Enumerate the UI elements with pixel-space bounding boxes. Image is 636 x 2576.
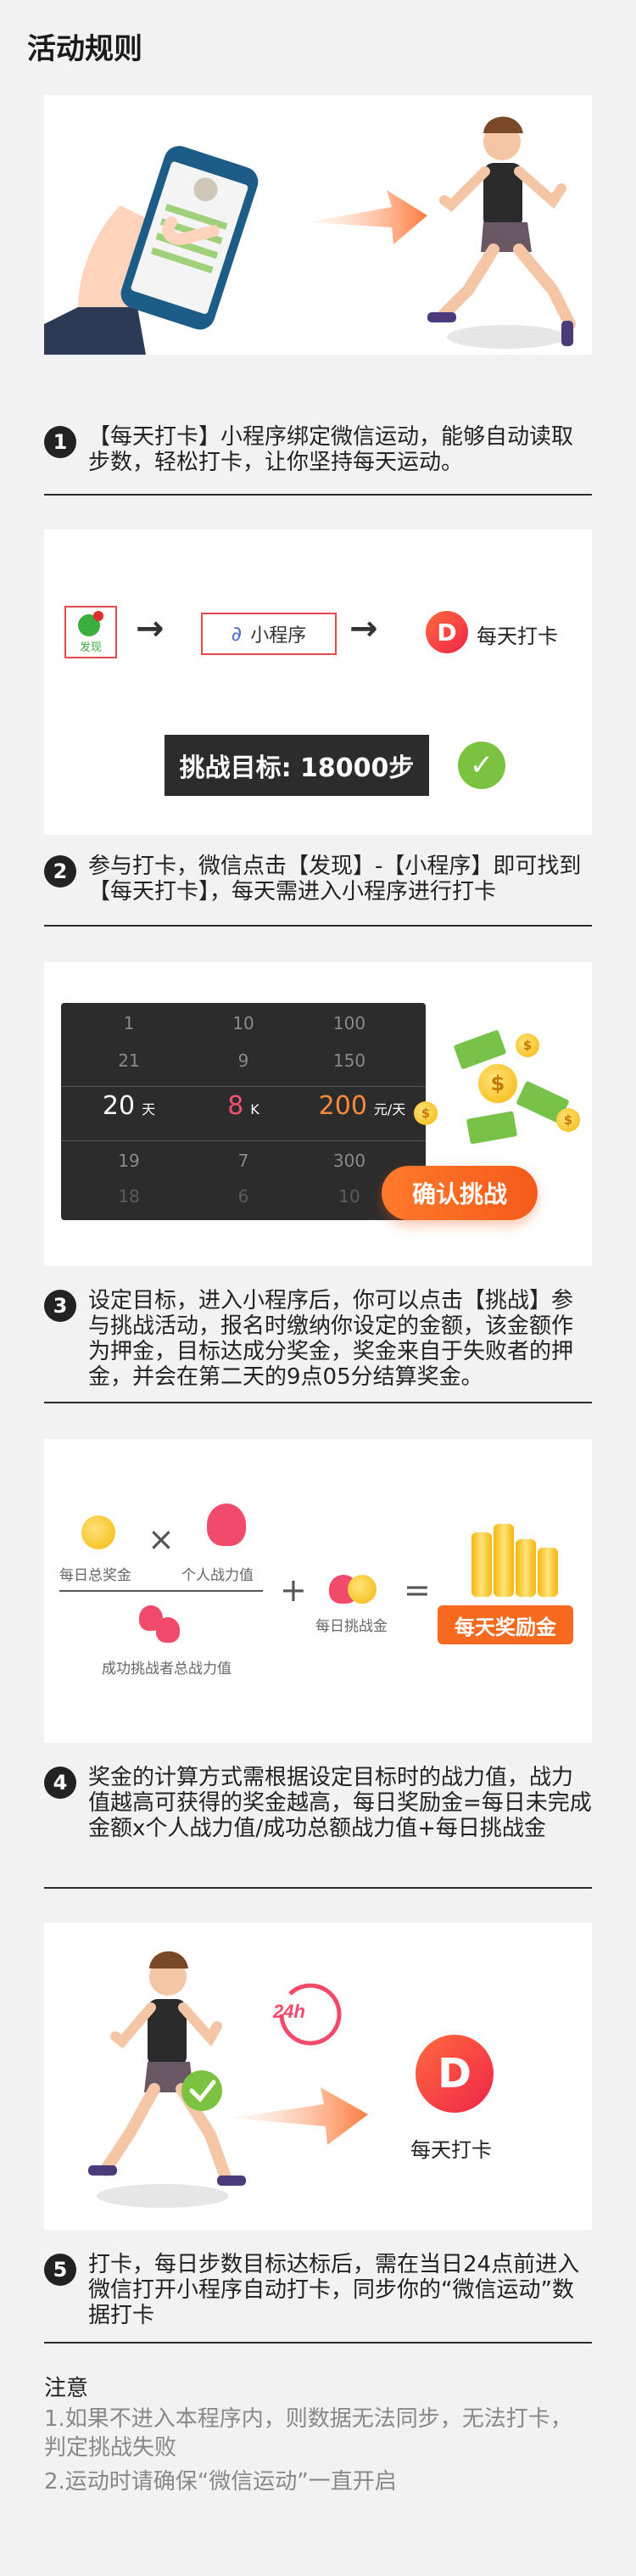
discover-label: 发现 [79, 641, 102, 654]
personal-power-label: 个人战力值 [181, 1567, 254, 1584]
step-3: 3 设定目标，进入小程序后，你可以点击【挑战】参与挑战活动，报名时缴纳你设定的金… [44, 1288, 592, 1390]
step5-illustration-card: 24h D 每天打卡 [44, 1923, 592, 2230]
step-4: 4 奖金的计算方式需根据设定目标时的战力值，战力值越高可获得的奖金越高，每日奖励… [44, 1765, 592, 1841]
daily-pool-label: 每日总奖金 [59, 1567, 131, 1584]
times-operator: × [148, 1520, 175, 1558]
step-2: 2 参与打卡，微信点击【发现】-【小程序】即可找到【每天打卡】，每天需进入小程序… [44, 854, 592, 904]
brand-name: 每天打卡 [410, 2138, 492, 2162]
arrow-right-icon: → [136, 609, 165, 648]
daily-reward-badge: 每天奖励金 [438, 1605, 573, 1644]
coin-stack-icon [494, 1524, 514, 1597]
step-number-badge: 4 [44, 1767, 76, 1799]
step-text: 设定目标，进入小程序后，你可以点击【挑战】参与挑战活动，报名时缴纳你设定的金额，… [88, 1288, 574, 1390]
step-number-badge: 5 [44, 2254, 76, 2286]
step-text: 打卡，每日步数目标达标后，需在当日24点前进入微信打开小程序自动打卡，同步你的“… [88, 2252, 580, 2328]
page-title: 活动规则 [27, 32, 142, 66]
muscle-icon [207, 1504, 246, 1546]
clock-24h-label: 24h [272, 2001, 305, 2022]
coin-icon: $ [414, 1101, 438, 1125]
arrow-right-icon: → [349, 609, 378, 648]
coin-icon: $ [516, 1033, 539, 1057]
mini-program-label: 小程序 [250, 625, 307, 647]
coin-icon: $ [478, 1064, 517, 1103]
coin-stack-icon [516, 1539, 536, 1597]
picker-cell: 18 [118, 1186, 140, 1207]
equals-operator: = [404, 1571, 431, 1609]
divider [44, 2342, 592, 2344]
picker-cell: 21 [118, 1050, 140, 1071]
runner-checkin-illustration: 24h [88, 1951, 368, 2208]
step-number-badge: 3 [44, 1290, 76, 1322]
daily-challenge-label: 每日挑战金 [315, 1618, 388, 1635]
brand-logo-icon: D [426, 611, 468, 653]
picker-cell-amount: 200 元/天 [318, 1091, 406, 1121]
step-number-badge: 1 [44, 426, 76, 458]
step2-illustration-card: 发现 → ∂ 小程序 → D 每天打卡 挑战目标: 18000步 ✓ [44, 529, 592, 835]
brand-logo-icon: D [416, 2035, 494, 2113]
picker-cell: 150 [332, 1050, 366, 1071]
check-icon: ✓ [458, 742, 505, 789]
money-bill-icon [466, 1111, 518, 1145]
mini-program-icon: ∂ [231, 622, 243, 646]
fraction-line [59, 1590, 263, 1592]
step-text: 参与打卡，微信点击【发现】-【小程序】即可找到【每天打卡】，每天需进入小程序进行… [88, 854, 582, 904]
arrow-icon [307, 190, 427, 244]
picker-row: 18 6 10 [61, 1186, 426, 1220]
mini-program-tile: ∂ 小程序 [201, 613, 337, 655]
coin-icon [81, 1515, 115, 1549]
picker-cell-days: 20 天 [102, 1091, 156, 1121]
step3-illustration-card: 1 10 100 21 9 150 20 天 8K 200 元/天 19 7 300… [44, 962, 592, 1266]
step-number-badge: 2 [44, 855, 76, 888]
discover-icon: 发现 [64, 606, 117, 658]
coin-stack-icon [471, 1532, 492, 1597]
step-1: 1 【每天打卡】小程序绑定微信运动，能够自动读取步数，轻松打卡，让你坚持每天运动… [44, 424, 592, 475]
picker-row: 19 7 300 [61, 1151, 426, 1184]
step-text: 奖金的计算方式需根据设定目标时的战力值，战力值越高可获得的奖金越高，每日奖励金=… [88, 1765, 592, 1841]
step4-formula-card: × 每日总奖金 个人战力值 成功挑战者总战力值 + 每日挑战金 = 每天奖励金 [44, 1439, 592, 1743]
picker-cell: 100 [332, 1013, 366, 1033]
picker-cell: 300 [332, 1151, 366, 1171]
picker-row-selected[interactable]: 20 天 8K 200 元/天 [61, 1086, 426, 1141]
picker-cell: 6 [237, 1186, 249, 1207]
brand-name: 每天打卡 [477, 624, 558, 648]
runner-icon [88, 1951, 246, 2186]
divider [44, 925, 592, 927]
phone-runner-illustration [44, 116, 576, 355]
divider [44, 1402, 592, 1403]
coin-icon: $ [556, 1108, 580, 1132]
notes-title: 注意 [44, 2376, 89, 2401]
picker-row: 21 9 150 [61, 1050, 426, 1084]
picker-cell-steps: 8K [227, 1091, 259, 1121]
picker-row: 1 10 100 [61, 1013, 426, 1047]
picker-cell: 1 [123, 1013, 135, 1033]
step1-illustration-card [44, 95, 592, 355]
step-text: 【每天打卡】小程序绑定微信运动，能够自动读取步数，轻松打卡，让你坚持每天运动。 [88, 424, 574, 475]
divider [44, 494, 592, 496]
picker-cell: 10 [232, 1013, 254, 1033]
runner-icon [427, 116, 576, 346]
picker-cell: 9 [237, 1050, 249, 1071]
plus-operator: + [280, 1571, 307, 1609]
coin-stack-icon [538, 1548, 558, 1597]
picker-cell: 7 [237, 1151, 249, 1171]
confirm-challenge-button[interactable]: 确认挑战 [382, 1166, 538, 1220]
note-item: 1.如果不进入本程序内，则数据无法同步，无法打卡，判定挑战失败 [44, 2406, 572, 2461]
note-item: 2.运动时请确保“微信运动”一直开启 [44, 2469, 397, 2495]
check-icon [181, 2070, 222, 2111]
picker-cell: 19 [118, 1151, 140, 1171]
muscle-icon [156, 1617, 180, 1643]
step-5: 5 打卡，每日步数目标达标后，需在当日24点前进入微信打开小程序自动打卡，同步你… [44, 2252, 592, 2328]
goal-box: 挑战目标: 18000步 [165, 735, 429, 796]
divider [44, 1887, 592, 1889]
coin-icon [348, 1575, 377, 1604]
arrow-icon [231, 2087, 368, 2145]
goal-picker: 1 10 100 21 9 150 20 天 8K 200 元/天 19 7 300… [61, 1003, 426, 1220]
success-power-label: 成功挑战者总战力值 [102, 1660, 232, 1677]
